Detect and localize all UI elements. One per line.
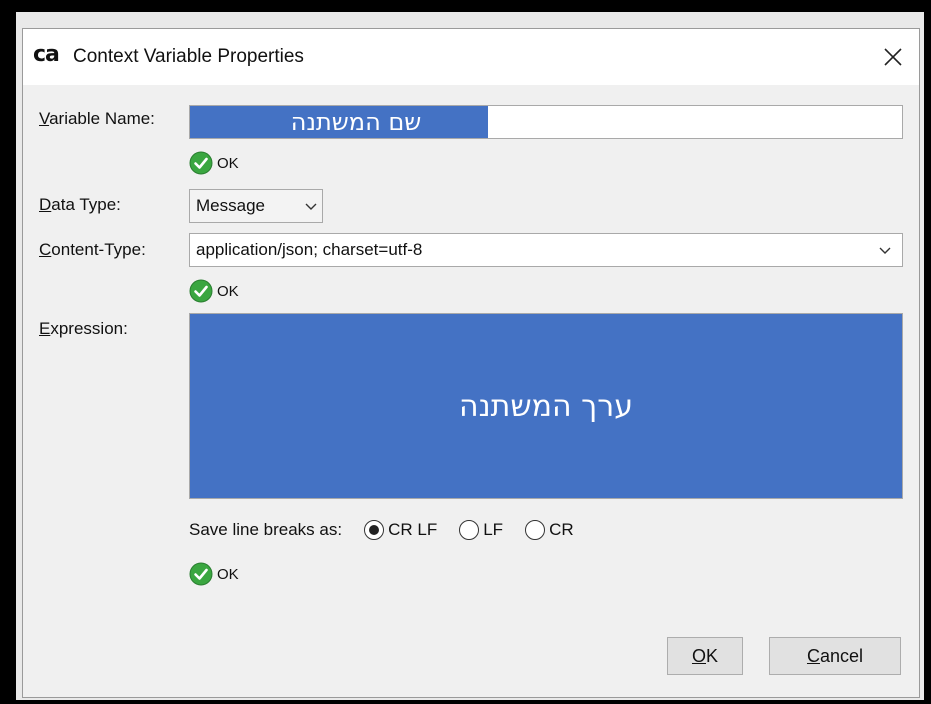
content-type-value: application/json; charset=utf-8 xyxy=(196,240,423,259)
close-button[interactable] xyxy=(871,35,915,79)
expression-status: OK xyxy=(189,562,239,586)
radio-button-selected xyxy=(364,520,385,540)
expression-value: ערך המשתנה xyxy=(459,388,633,424)
check-circle-icon xyxy=(189,151,213,175)
title-bar: ca Context Variable Properties xyxy=(23,29,919,85)
close-icon xyxy=(884,48,902,66)
check-circle-icon xyxy=(189,562,213,586)
status-text: OK xyxy=(217,282,239,300)
variable-name-input[interactable]: שם המשתנה xyxy=(189,105,903,139)
cancel-button[interactable]: Cancel xyxy=(769,637,901,675)
ok-button[interactable]: OK xyxy=(667,637,743,675)
check-circle-icon xyxy=(189,279,213,303)
chevron-down-icon xyxy=(868,245,902,255)
status-text: OK xyxy=(217,565,239,583)
status-text: OK xyxy=(217,154,239,172)
ca-logo: ca xyxy=(33,42,60,67)
radio-lf[interactable]: LF xyxy=(459,520,503,540)
content-type-combo[interactable]: application/json; charset=utf-8 xyxy=(189,233,903,267)
line-breaks-label: Save line breaks as: xyxy=(189,520,343,539)
content-type-status: OK xyxy=(189,279,239,303)
variable-name-selection: שם המשתנה xyxy=(190,106,488,138)
radio-button xyxy=(525,520,546,540)
chevron-down-icon xyxy=(300,201,322,211)
radio-crlf[interactable]: CR LF xyxy=(364,520,437,540)
data-type-select[interactable]: Message xyxy=(189,189,323,223)
radio-cr[interactable]: CR xyxy=(525,520,574,540)
expression-label: Expression: xyxy=(39,319,128,338)
content-type-label: Content-Type: xyxy=(39,240,146,259)
expression-textarea[interactable]: ערך המשתנה xyxy=(189,313,903,499)
line-breaks-row: Save line breaks as: CR LF LF CR xyxy=(189,517,596,543)
data-type-value: Message xyxy=(196,196,265,215)
variable-name-label: Variable Name: xyxy=(39,109,155,128)
data-type-label: Data Type: xyxy=(39,195,121,214)
variable-name-status: OK xyxy=(189,151,239,175)
radio-button xyxy=(459,520,480,540)
context-variable-dialog: ca Context Variable Properties Variable … xyxy=(22,28,920,698)
window-title: Context Variable Properties xyxy=(73,46,304,67)
